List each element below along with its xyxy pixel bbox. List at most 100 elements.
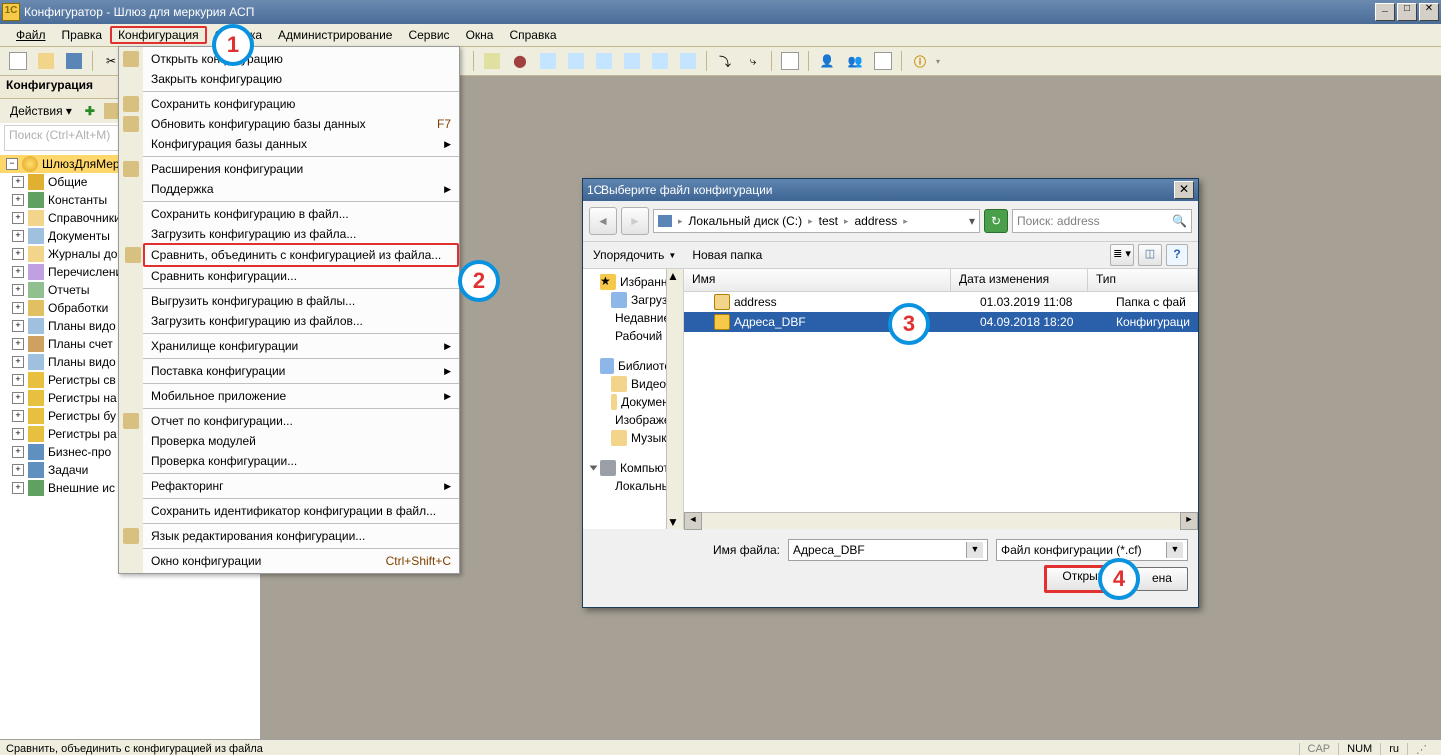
- expander-icon[interactable]: +: [12, 230, 24, 242]
- tb-dbg-br[interactable]: ⬤: [508, 49, 532, 73]
- crumb-1[interactable]: test: [815, 214, 842, 228]
- menu-item[interactable]: Загрузить конфигурацию из файлов...: [143, 311, 459, 331]
- menu-item[interactable]: Сохранить конфигурацию: [143, 94, 459, 114]
- tb-copy2[interactable]: [778, 49, 802, 73]
- tb-users[interactable]: 👥: [843, 49, 867, 73]
- chevron-down-icon[interactable]: ▼: [1166, 542, 1183, 558]
- file-list[interactable]: Имя Дата изменения Тип address01.03.2019…: [684, 269, 1198, 529]
- menu-item[interactable]: Обновить конфигурацию базы данныхF7: [143, 114, 459, 134]
- menu-windows[interactable]: Окна: [458, 26, 502, 44]
- expander-icon[interactable]: +: [12, 338, 24, 350]
- tb-user[interactable]: 👤: [815, 49, 839, 73]
- close-button[interactable]: ✕: [1419, 3, 1439, 21]
- expander-icon[interactable]: +: [12, 284, 24, 296]
- preview-pane-button[interactable]: ◫: [1138, 244, 1162, 266]
- dialog-nav-tree[interactable]: ★ Избранное Загрузки Недавние места Рабо…: [583, 269, 684, 529]
- expander-icon[interactable]: +: [12, 374, 24, 386]
- menu-item[interactable]: Мобильное приложение▶: [143, 386, 459, 406]
- filetype-combo[interactable]: Файл конфигурации (*.cf) ▼: [996, 539, 1188, 561]
- dialog-search-input[interactable]: Поиск: address 🔍: [1012, 209, 1192, 233]
- tb-dbg6[interactable]: [676, 49, 700, 73]
- menu-item[interactable]: Загрузить конфигурацию из файла...: [143, 224, 459, 244]
- menu-item[interactable]: Сохранить конфигурацию в файл...: [143, 204, 459, 224]
- expander-icon[interactable]: +: [12, 266, 24, 278]
- expander-icon[interactable]: +: [12, 302, 24, 314]
- expander-icon[interactable]: +: [12, 248, 24, 260]
- menu-item[interactable]: Сравнить конфигурации...: [143, 266, 459, 286]
- menu-item[interactable]: Открыть конфигурацию: [143, 49, 459, 69]
- nav-back-button[interactable]: ◄: [589, 207, 617, 235]
- col-name[interactable]: Имя: [684, 269, 951, 291]
- tb-new[interactable]: [6, 49, 30, 73]
- col-date[interactable]: Дата изменения: [951, 269, 1088, 291]
- tb-dbg4[interactable]: [620, 49, 644, 73]
- tree-add-icon[interactable]: ✚: [80, 101, 100, 121]
- nav-refresh-button[interactable]: ↻: [984, 209, 1008, 233]
- menu-service[interactable]: Сервис: [400, 26, 457, 44]
- expander-icon[interactable]: +: [12, 428, 24, 440]
- expander-icon[interactable]: +: [12, 320, 24, 332]
- menu-item[interactable]: Хранилище конфигурации▶: [143, 336, 459, 356]
- menu-admin[interactable]: Администрирование: [270, 26, 400, 44]
- expander-icon[interactable]: +: [12, 482, 24, 494]
- expander-icon[interactable]: +: [12, 392, 24, 404]
- crumb-0[interactable]: Локальный диск (C:): [685, 214, 807, 228]
- column-headers[interactable]: Имя Дата изменения Тип: [684, 269, 1198, 292]
- menu-item[interactable]: Выгрузить конфигурацию в файлы...: [143, 291, 459, 311]
- tb-stepin[interactable]: ⤷: [741, 49, 765, 73]
- menu-item[interactable]: Язык редактирования конфигурации...: [143, 526, 459, 546]
- expander-icon[interactable]: +: [12, 176, 24, 188]
- col-type[interactable]: Тип: [1088, 269, 1198, 291]
- filename-input[interactable]: Адреса_DBF ▼: [788, 539, 988, 561]
- tb-dbg1[interactable]: [536, 49, 560, 73]
- actions-button[interactable]: Действия ▾: [4, 102, 78, 120]
- crumb-2[interactable]: address: [851, 214, 902, 228]
- breadcrumb[interactable]: ▸ Локальный диск (C:) ▸ test ▸ address ▸…: [653, 209, 980, 233]
- expander-icon[interactable]: +: [12, 446, 24, 458]
- tb-syntax[interactable]: [480, 49, 504, 73]
- menu-file[interactable]: Файл: [8, 26, 54, 44]
- tb-calendar[interactable]: [871, 49, 895, 73]
- restore-button[interactable]: □: [1397, 3, 1417, 21]
- menu-item[interactable]: Окно конфигурацииCtrl+Shift+C: [143, 551, 459, 571]
- expander-icon[interactable]: −: [6, 158, 18, 170]
- dialog-help-button[interactable]: ?: [1166, 244, 1188, 266]
- menu-item[interactable]: Проверка конфигурации...: [143, 451, 459, 471]
- menu-item[interactable]: Сохранить идентификатор конфигурации в ф…: [143, 501, 459, 521]
- file-row[interactable]: address01.03.2019 11:08Папка с фай: [684, 292, 1198, 312]
- menu-help[interactable]: Справка: [501, 26, 564, 44]
- menu-configuration[interactable]: Конфигурация: [110, 26, 207, 44]
- tb-stepover[interactable]: ⤵: [713, 49, 737, 73]
- menu-item[interactable]: Поставка конфигурации▶: [143, 361, 459, 381]
- expander-icon[interactable]: +: [12, 356, 24, 368]
- tb-help[interactable]: ⓘ: [908, 49, 932, 73]
- menu-item[interactable]: Отчет по конфигурации...: [143, 411, 459, 431]
- menu-edit[interactable]: Правка: [54, 26, 111, 44]
- menu-item[interactable]: Поддержка▶: [143, 179, 459, 199]
- menu-item[interactable]: Закрыть конфигурацию: [143, 69, 459, 89]
- tb-open[interactable]: [34, 49, 58, 73]
- menu-item[interactable]: Конфигурация базы данных▶: [143, 134, 459, 154]
- nav-forward-button[interactable]: ►: [621, 207, 649, 235]
- file-row[interactable]: Адреса_DBF04.09.2018 18:20Конфигураци: [684, 312, 1198, 332]
- new-folder-button[interactable]: Новая папка: [692, 248, 762, 262]
- navtree-scroll[interactable]: ▲ ▼: [666, 269, 683, 529]
- tb-save[interactable]: [62, 49, 86, 73]
- expander-icon[interactable]: +: [12, 464, 24, 476]
- expander-icon[interactable]: +: [12, 212, 24, 224]
- tb-dbg5[interactable]: [648, 49, 672, 73]
- chevron-down-icon[interactable]: ▼: [966, 542, 983, 558]
- tb-dbg2[interactable]: [564, 49, 588, 73]
- expander-icon[interactable]: +: [12, 194, 24, 206]
- menu-item[interactable]: Рефакторинг▶: [143, 476, 459, 496]
- dialog-cancel-button[interactable]: ена: [1136, 567, 1188, 591]
- arrange-button[interactable]: Упорядочить▼: [593, 248, 676, 262]
- filelist-scroll-h[interactable]: ◄►: [684, 512, 1198, 529]
- tb-dbg3[interactable]: [592, 49, 616, 73]
- menu-item[interactable]: Расширения конфигурации: [143, 159, 459, 179]
- expander-icon[interactable]: +: [12, 410, 24, 422]
- dialog-close-button[interactable]: ✕: [1174, 181, 1194, 199]
- minimize-button[interactable]: _: [1375, 3, 1395, 21]
- menu-item[interactable]: Проверка модулей: [143, 431, 459, 451]
- view-mode-button[interactable]: ≣ ▾: [1110, 244, 1134, 266]
